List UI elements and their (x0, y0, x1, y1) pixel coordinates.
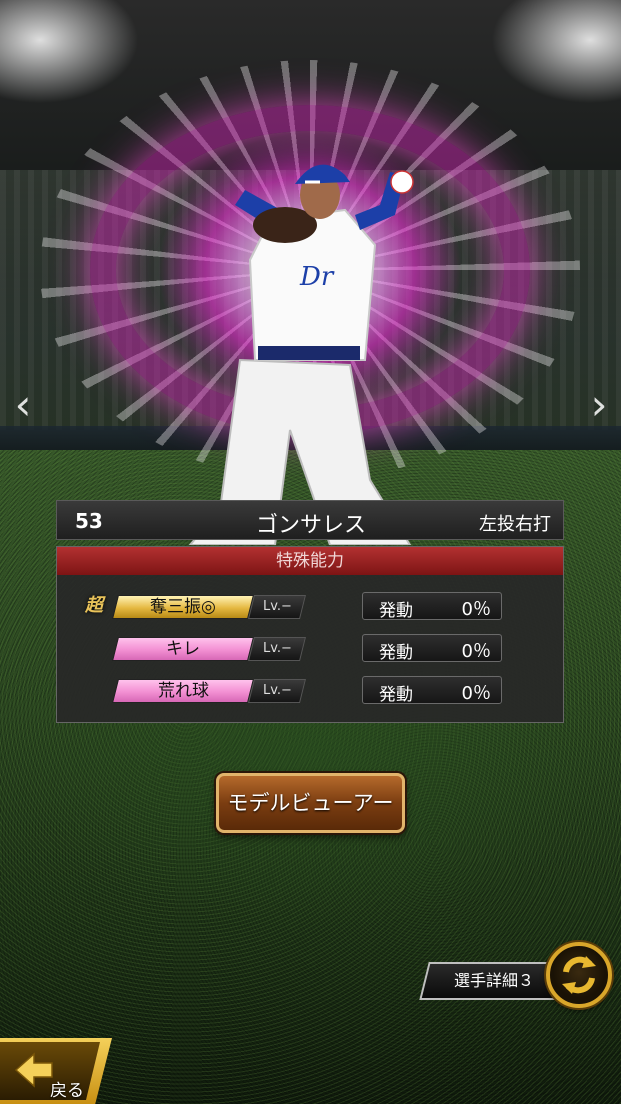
activation-rate: 0％ (461, 683, 491, 704)
player-detail-label: 選手詳細３ (453, 971, 534, 990)
player-handedness: 左投右打 (479, 514, 551, 535)
activation-label: 発動 (379, 643, 413, 663)
chevron-right-icon[interactable]: › (584, 383, 614, 427)
player-info-bar: 53 ゴンサレス 左投右打 (56, 500, 564, 540)
ability-level: Lv.− (248, 637, 306, 661)
back-label: 戻る (50, 1081, 84, 1101)
swap-button[interactable] (546, 942, 612, 1008)
ability-row[interactable]: 荒れ球 Lv.− 発動 0％ (57, 676, 563, 705)
ability-row[interactable]: キレ Lv.− 発動 0％ (57, 634, 563, 663)
ability-row[interactable]: 超 奪三振◎ Lv.− 発動 0％ (57, 592, 563, 621)
chevron-left-icon[interactable]: ‹ (8, 383, 38, 427)
ability-activation: 発動 0％ (362, 676, 502, 705)
activation-rate: 0％ (461, 599, 491, 620)
ability-level: Lv.− (248, 679, 306, 703)
ability-activation: 発動 0％ (362, 634, 502, 663)
svg-text:Dr: Dr (299, 262, 335, 292)
ability-name: キレ (112, 637, 254, 661)
back-arrow-icon (14, 1052, 53, 1088)
activation-label: 発動 (379, 601, 413, 621)
ability-name: 奪三振◎ (112, 595, 254, 619)
ability-level: Lv.− (248, 595, 306, 619)
swap-icon (562, 956, 596, 994)
ability-activation: 発動 0％ (362, 592, 502, 621)
model-viewer-button[interactable]: モデルビューアー (216, 773, 405, 833)
player-image: Dr (188, 164, 414, 545)
ability-name: 荒れ球 (112, 679, 254, 703)
activation-label: 発動 (379, 685, 413, 705)
activation-rate: 0％ (461, 641, 491, 662)
special-abilities-panel: 特殊能力 超 奪三振◎ Lv.− 発動 0％ キレ Lv.− 発動 0％ 荒れ球… (56, 546, 564, 723)
abilities-header: 特殊能力 (57, 547, 563, 575)
